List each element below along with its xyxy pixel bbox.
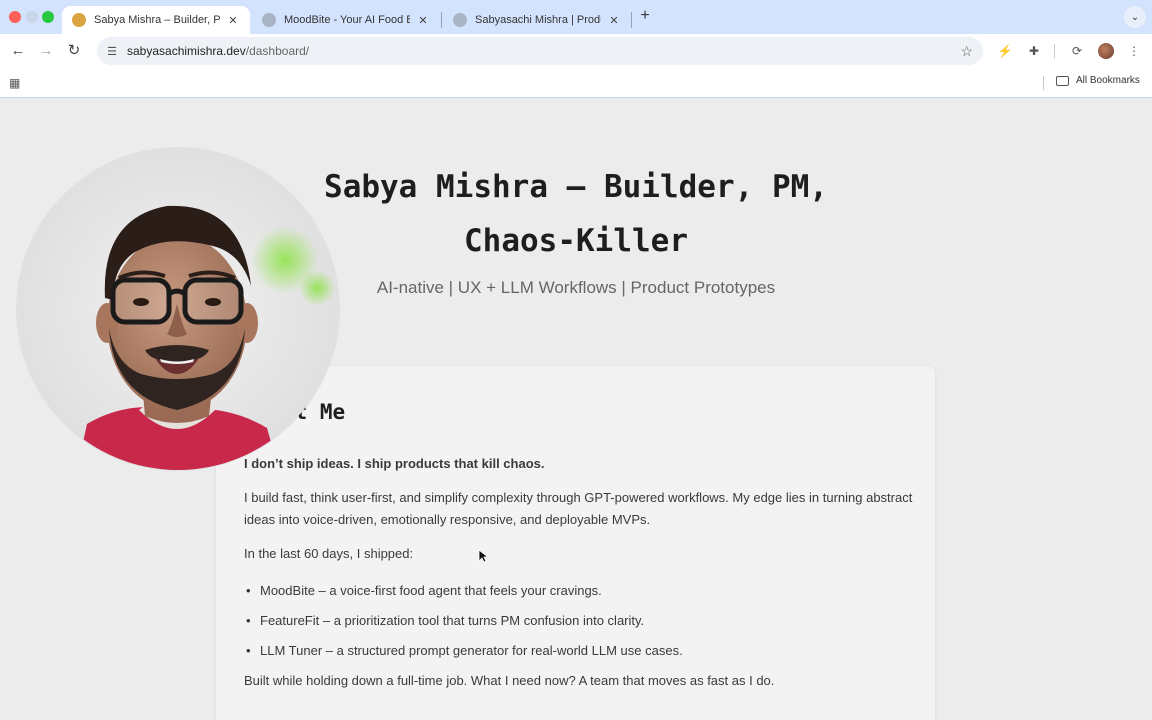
shipped-intro: In the last 60 days, I shipped: [244, 546, 414, 561]
list-item: FeatureFit – a prioritization tool that … [244, 610, 914, 640]
about-intro: I build fast, think user-first, and simp… [244, 490, 913, 527]
tab-title: MoodBite - Your AI Food Bud [284, 14, 410, 26]
extensions-puzzle-icon[interactable]: ✚ [1026, 43, 1042, 59]
tab-moodbite[interactable]: MoodBite - Your AI Food Bud ✕ [252, 6, 440, 34]
folder-icon [1056, 75, 1069, 86]
globe-favicon-icon [453, 13, 467, 27]
tab-sabyasachi-product[interactable]: Sabyasachi Mishra | Product ✕ [443, 6, 631, 34]
window-close-button[interactable] [9, 11, 21, 23]
close-icon[interactable]: ✕ [416, 14, 430, 27]
apps-grid-icon[interactable]: ▦ [9, 76, 23, 90]
about-closing: Built while holding down a full-time job… [244, 673, 775, 688]
presenter-video-image [17, 148, 339, 470]
tab-bar: Sabya Mishra – Builder, PM, C ✕ MoodBite… [0, 0, 1152, 34]
new-tab-button[interactable]: + [637, 7, 653, 25]
lightning-extension-icon[interactable]: ⚡ [997, 43, 1013, 59]
address-bar[interactable]: ☰ sabyasachimishra.dev/dashboard/ ☆ [97, 37, 983, 65]
close-icon[interactable]: ✕ [607, 14, 621, 27]
profile-avatar[interactable] [1098, 43, 1114, 59]
back-arrow-icon[interactable]: ← [8, 41, 28, 61]
all-bookmarks-label: All Bookmarks [1076, 75, 1140, 86]
site-settings-icon[interactable]: ☰ [105, 45, 119, 58]
webcam-overlay[interactable] [17, 148, 339, 470]
about-card: About Me I don’t ship ideas. I ship prod… [216, 366, 935, 720]
tab-sabya-mishra[interactable]: Sabya Mishra – Builder, PM, C ✕ [62, 6, 250, 34]
bookmarks-bar: ▦ All Bookmarks [0, 68, 1152, 98]
url-domain: sabyasachimishra.dev [127, 44, 246, 58]
globe-favicon-icon [262, 13, 276, 27]
window-minimize-button[interactable] [26, 11, 38, 23]
all-bookmarks-button[interactable]: All Bookmarks [1056, 75, 1140, 86]
shipped-list: MoodBite – a voice-first food agent that… [244, 580, 914, 670]
mouse-pointer-icon [478, 549, 488, 563]
reload-icon[interactable]: ↻ [64, 41, 84, 61]
more-menu-icon[interactable]: ⋮ [1126, 43, 1142, 59]
tab-title: Sabyasachi Mishra | Product [475, 14, 601, 26]
user-favicon-icon [72, 13, 86, 27]
close-icon[interactable]: ✕ [226, 14, 240, 27]
sync-icon[interactable]: ⟳ [1069, 43, 1085, 59]
about-tagline: I don’t ship ideas. I ship products that… [244, 456, 545, 471]
toolbar-divider [1054, 44, 1055, 58]
bookmarks-divider [1043, 76, 1044, 90]
list-item: LLM Tuner – a structured prompt generato… [244, 640, 914, 670]
tab-divider [441, 12, 442, 28]
list-item: MoodBite – a voice-first food agent that… [244, 580, 914, 610]
browser-toolbar: ← → ↻ ☰ sabyasachimishra.dev/dashboard/ … [0, 34, 1152, 68]
window-zoom-button[interactable] [42, 11, 54, 23]
forward-arrow-icon[interactable]: → [36, 41, 56, 61]
url-text: sabyasachimishra.dev/dashboard/ [127, 44, 309, 58]
url-path: /dashboard/ [245, 44, 310, 58]
tab-search-button[interactable]: ⌄ [1124, 6, 1146, 28]
tab-divider [631, 12, 632, 28]
tab-title: Sabya Mishra – Builder, PM, C [94, 14, 220, 26]
bookmark-star-icon[interactable]: ☆ [960, 43, 973, 60]
hero-title-line-1: Sabya Mishra – Builder, PM, [324, 169, 828, 205]
